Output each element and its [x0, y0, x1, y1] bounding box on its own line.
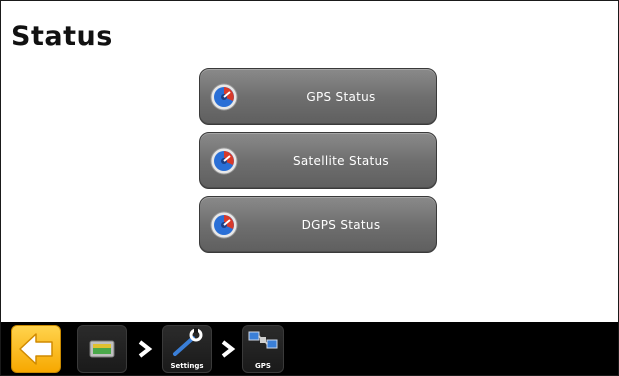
- dgps-status-button[interactable]: DGPS Status: [199, 196, 437, 253]
- gauge-icon: [210, 147, 238, 175]
- back-arrow-icon: [12, 326, 60, 372]
- gauge-icon: [210, 211, 238, 239]
- gps-button[interactable]: GPS: [242, 325, 284, 373]
- settings-button[interactable]: Settings: [162, 325, 212, 373]
- chevron-right-icon: [219, 339, 237, 359]
- dgps-status-label: DGPS Status: [301, 218, 381, 232]
- page-title: Status: [11, 21, 113, 52]
- status-menu: GPS Status Satellite Status DGPS Status: [199, 68, 439, 260]
- wrench-icon: [163, 326, 211, 360]
- status-screen: Status GPS Status Satellite Status DGPS …: [0, 0, 619, 376]
- back-button[interactable]: [11, 325, 61, 373]
- gauge-icon: [210, 83, 238, 111]
- satellite-status-label: Satellite Status: [292, 154, 389, 168]
- gps-status-button[interactable]: GPS Status: [199, 68, 437, 125]
- chevron-right-icon: [136, 339, 154, 359]
- gps-label: GPS: [255, 362, 271, 370]
- satellite-icon: [243, 326, 283, 360]
- display-icon: [78, 326, 126, 372]
- satellite-status-button[interactable]: Satellite Status: [199, 132, 437, 189]
- gps-status-label: GPS Status: [306, 90, 376, 104]
- taskbar: Settings GPS: [1, 322, 618, 375]
- display-button[interactable]: [77, 325, 127, 373]
- settings-label: Settings: [170, 362, 204, 370]
